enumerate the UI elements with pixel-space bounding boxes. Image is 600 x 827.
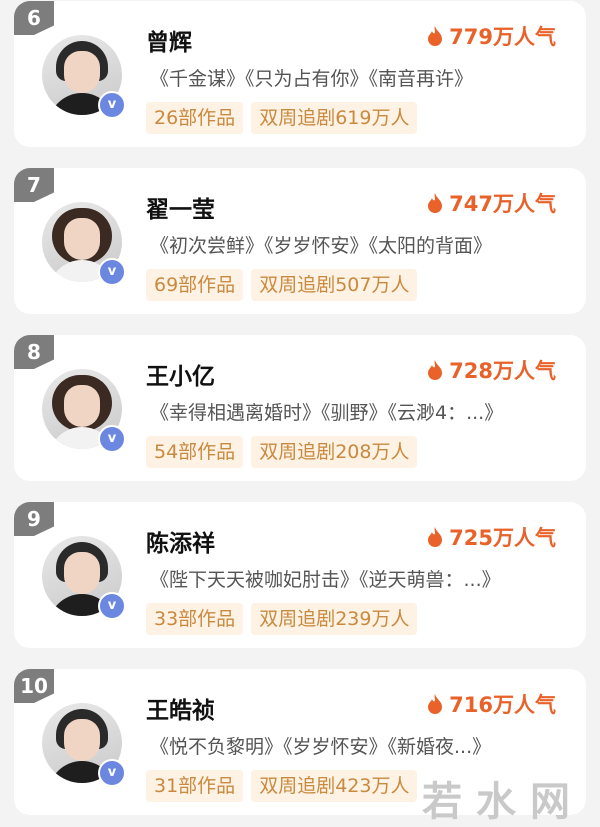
rank-badge: 7 [14, 168, 54, 202]
works-list[interactable]: 《悦不负黎明》《岁岁怀安》《新婚夜...》 [150, 732, 491, 759]
works-count-tag: 54部作品 [146, 436, 244, 468]
avatar[interactable]: v [42, 703, 126, 787]
flame-icon [428, 694, 443, 714]
chase-count-tag: 双周追剧619万人 [251, 102, 418, 134]
popularity-count: 725万人气 [427, 522, 556, 552]
popularity-label: 716万人气 [449, 693, 556, 717]
watermark-logo: 若水网 [422, 779, 584, 825]
actor-name[interactable]: 曾辉 [146, 23, 192, 57]
popularity-count: 716万人气 [427, 689, 556, 719]
verified-v-icon: v [98, 91, 126, 119]
avatar[interactable]: v [42, 202, 126, 286]
popularity-count: 728万人气 [427, 355, 556, 385]
works-list[interactable]: 《幸得相遇离婚时》《驯野》《云渺4：...》 [150, 398, 503, 425]
actor-name[interactable]: 翟一莹 [146, 190, 215, 224]
flame-icon [428, 360, 443, 380]
flame-icon [428, 26, 443, 46]
stats-tags: 31部作品 双周追剧423万人 [146, 770, 418, 802]
works-count-tag: 31部作品 [146, 770, 244, 802]
actor-name[interactable]: 王皓祯 [146, 691, 215, 725]
flame-icon [428, 193, 443, 213]
stats-tags: 33部作品 双周追剧239万人 [146, 603, 418, 635]
chase-count-tag: 双周追剧239万人 [251, 603, 418, 635]
actor-card[interactable]: 8 v 王小亿 728万人气 《幸得相遇离婚时》《驯野》《云渺4：...》 54… [14, 335, 586, 481]
rank-badge: 10 [14, 669, 54, 703]
actor-card[interactable]: 7 v 翟一莹 747万人气 《初次尝鲜》《岁岁怀安》《太阳的背面》 69部作品… [14, 168, 586, 314]
actor-name[interactable]: 陈添祥 [146, 524, 215, 558]
popularity-count: 747万人气 [427, 188, 556, 218]
verified-v-icon: v [98, 592, 126, 620]
chase-count-tag: 双周追剧208万人 [251, 436, 418, 468]
stats-tags: 54部作品 双周追剧208万人 [146, 436, 418, 468]
works-count-tag: 33部作品 [146, 603, 244, 635]
works-list[interactable]: 《千金谋》《只为占有你》《南音再许》 [150, 64, 473, 91]
popularity-count: 779万人气 [427, 21, 556, 51]
actor-card[interactable]: 6 v 曾辉 779万人气 《千金谋》《只为占有你》《南音再许》 26部作品 双… [14, 1, 586, 147]
verified-v-icon: v [98, 425, 126, 453]
avatar[interactable]: v [42, 536, 126, 620]
works-list[interactable]: 《陛下天天被咖妃肘击》《逆天萌兽：...》 [150, 565, 501, 592]
works-list[interactable]: 《初次尝鲜》《岁岁怀安》《太阳的背面》 [150, 231, 492, 258]
rank-badge: 6 [14, 1, 54, 35]
rank-badge: 8 [14, 335, 54, 369]
works-count-tag: 69部作品 [146, 269, 244, 301]
verified-v-icon: v [98, 258, 126, 286]
stats-tags: 26部作品 双周追剧619万人 [146, 102, 418, 134]
avatar[interactable]: v [42, 35, 126, 119]
popularity-label: 728万人气 [449, 359, 556, 383]
popularity-label: 747万人气 [449, 192, 556, 216]
verified-v-icon: v [98, 759, 126, 787]
works-count-tag: 26部作品 [146, 102, 244, 134]
stats-tags: 69部作品 双周追剧507万人 [146, 269, 418, 301]
actor-name[interactable]: 王小亿 [146, 357, 215, 391]
avatar[interactable]: v [42, 369, 126, 453]
chase-count-tag: 双周追剧507万人 [251, 269, 418, 301]
rank-badge: 9 [14, 502, 54, 536]
chase-count-tag: 双周追剧423万人 [251, 770, 418, 802]
popularity-label: 725万人气 [449, 526, 556, 550]
actor-card[interactable]: 9 v 陈添祥 725万人气 《陛下天天被咖妃肘击》《逆天萌兽：...》 33部… [14, 502, 586, 648]
popularity-label: 779万人气 [449, 25, 556, 49]
flame-icon [428, 527, 443, 547]
